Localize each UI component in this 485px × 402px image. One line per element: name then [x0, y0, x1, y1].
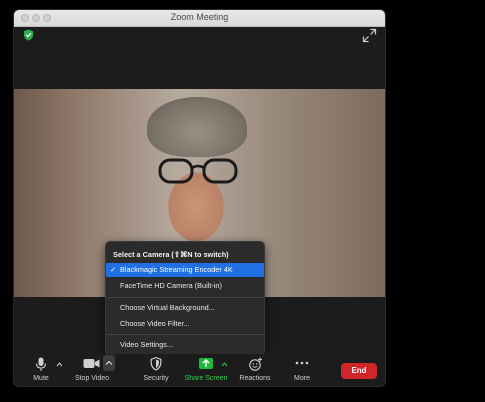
share-screen-icon [199, 358, 213, 369]
microphone-icon [35, 357, 47, 371]
menu-item-label: Video Settings... [120, 340, 174, 349]
video-camera-icon [83, 359, 100, 368]
menu-item-video-filter[interactable]: Choose Video Filter... [106, 317, 264, 331]
video-options-caret-button[interactable] [103, 355, 115, 371]
title-bar: Zoom Meeting [14, 10, 385, 27]
menu-item-video-settings[interactable]: Video Settings... [106, 338, 264, 352]
menu-item-camera-facetime[interactable]: FaceTime HD Camera (Built-in) [106, 279, 264, 293]
security-shield-icon[interactable] [23, 29, 34, 41]
menu-item-virtual-background[interactable]: Choose Virtual Background... [106, 301, 264, 315]
menu-item-label: Choose Video Filter... [120, 319, 190, 328]
meeting-toolbar: Mute Stop Video Security Share Screen Re… [14, 354, 385, 386]
share-screen-button[interactable]: Share Screen [182, 354, 230, 386]
reactions-label: Reactions [239, 375, 271, 382]
participant-hair [147, 97, 247, 157]
fullscreen-icon[interactable] [362, 28, 377, 43]
menu-item-label: FaceTime HD Camera (Built-in) [120, 281, 222, 290]
menu-item-label: Blackmagic Streaming Encoder 4K [120, 265, 233, 274]
camera-select-menu: Select a Camera (⇧⌘N to switch) ✓ Blackm… [105, 241, 265, 356]
audio-options-chevron-icon[interactable] [56, 361, 63, 368]
menu-divider [106, 297, 264, 298]
zoom-meeting-window: Zoom Meeting Select a Camera (⇧⌘N to swi… [14, 10, 385, 386]
window-title: Zoom Meeting [170, 12, 229, 22]
more-dots-icon [295, 361, 309, 365]
share-options-chevron-icon[interactable] [221, 361, 228, 368]
reactions-button[interactable]: Reactions [236, 354, 274, 386]
camera-menu-heading: Select a Camera (⇧⌘N to switch) [113, 250, 229, 259]
menu-item-camera-blackmagic[interactable]: ✓ Blackmagic Streaming Encoder 4K [106, 263, 264, 277]
more-label: More [294, 375, 310, 382]
mute-button[interactable]: Mute [26, 354, 56, 386]
stop-video-label: Stop Video [74, 375, 110, 382]
security-label: Security [143, 375, 169, 382]
more-button[interactable]: More [288, 354, 316, 386]
end-meeting-button[interactable]: End [341, 363, 377, 379]
menu-divider [106, 334, 264, 335]
shield-icon [150, 357, 162, 371]
security-button[interactable]: Security [138, 354, 174, 386]
video-options-chevron-icon [105, 360, 113, 365]
checkmark-icon: ✓ [110, 265, 117, 274]
emoji-plus-icon [249, 357, 262, 371]
menu-item-label: Choose Virtual Background... [120, 303, 215, 312]
mute-label: Mute [33, 375, 49, 382]
share-screen-label: Share Screen [184, 375, 228, 382]
glasses-icon [158, 158, 238, 184]
